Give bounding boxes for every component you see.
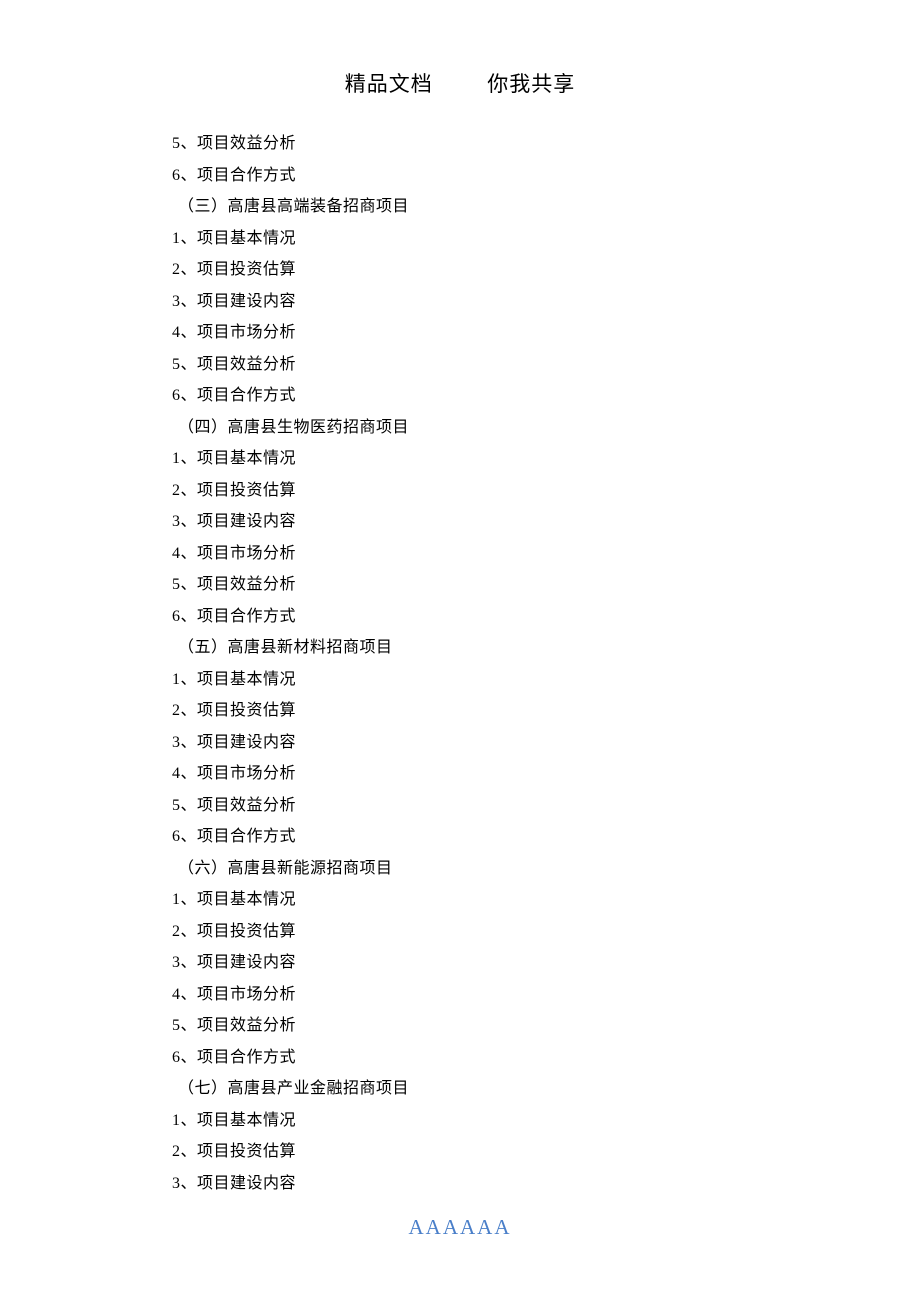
list-item: 2、项目投资估算: [172, 475, 760, 507]
list-item: 1、项目基本情况: [172, 664, 760, 696]
list-item: 4、项目市场分析: [172, 538, 760, 570]
list-item: 3、项目建设内容: [172, 506, 760, 538]
section-heading: （七）高唐县产业金融招商项目: [172, 1073, 760, 1105]
list-item: 6、项目合作方式: [172, 380, 760, 412]
document-content: 5、项目效益分析 6、项目合作方式 （三）高唐县高端装备招商项目 1、项目基本情…: [0, 128, 920, 1199]
list-item: 5、项目效益分析: [172, 1010, 760, 1042]
list-item: 6、项目合作方式: [172, 821, 760, 853]
list-item: 2、项目投资估算: [172, 695, 760, 727]
list-item: 2、项目投资估算: [172, 1136, 760, 1168]
list-item: 6、项目合作方式: [172, 160, 760, 192]
list-item: 3、项目建设内容: [172, 286, 760, 318]
list-item: 4、项目市场分析: [172, 979, 760, 1011]
section-heading: （五）高唐县新材料招商项目: [172, 632, 760, 664]
list-item: 2、项目投资估算: [172, 916, 760, 948]
list-item: 3、项目建设内容: [172, 1168, 760, 1200]
list-item: 1、项目基本情况: [172, 223, 760, 255]
list-item: 5、项目效益分析: [172, 569, 760, 601]
list-item: 5、项目效益分析: [172, 128, 760, 160]
section-heading: （四）高唐县生物医药招商项目: [172, 412, 760, 444]
header-left: 精品文档: [345, 72, 433, 96]
list-item: 6、项目合作方式: [172, 1042, 760, 1074]
list-item: 5、项目效益分析: [172, 790, 760, 822]
list-item: 5、项目效益分析: [172, 349, 760, 381]
list-item: 1、项目基本情况: [172, 884, 760, 916]
list-item: 2、项目投资估算: [172, 254, 760, 286]
page-header: 精品文档 你我共享: [0, 0, 920, 128]
list-item: 6、项目合作方式: [172, 601, 760, 633]
section-heading: （六）高唐县新能源招商项目: [172, 853, 760, 885]
list-item: 3、项目建设内容: [172, 947, 760, 979]
section-heading: （三）高唐县高端装备招商项目: [172, 191, 760, 223]
list-item: 1、项目基本情况: [172, 443, 760, 475]
list-item: 1、项目基本情况: [172, 1105, 760, 1137]
list-item: 3、项目建设内容: [172, 727, 760, 759]
page-footer: AAAAAA: [0, 1215, 920, 1240]
list-item: 4、项目市场分析: [172, 317, 760, 349]
list-item: 4、项目市场分析: [172, 758, 760, 790]
header-right: 你我共享: [487, 72, 575, 96]
